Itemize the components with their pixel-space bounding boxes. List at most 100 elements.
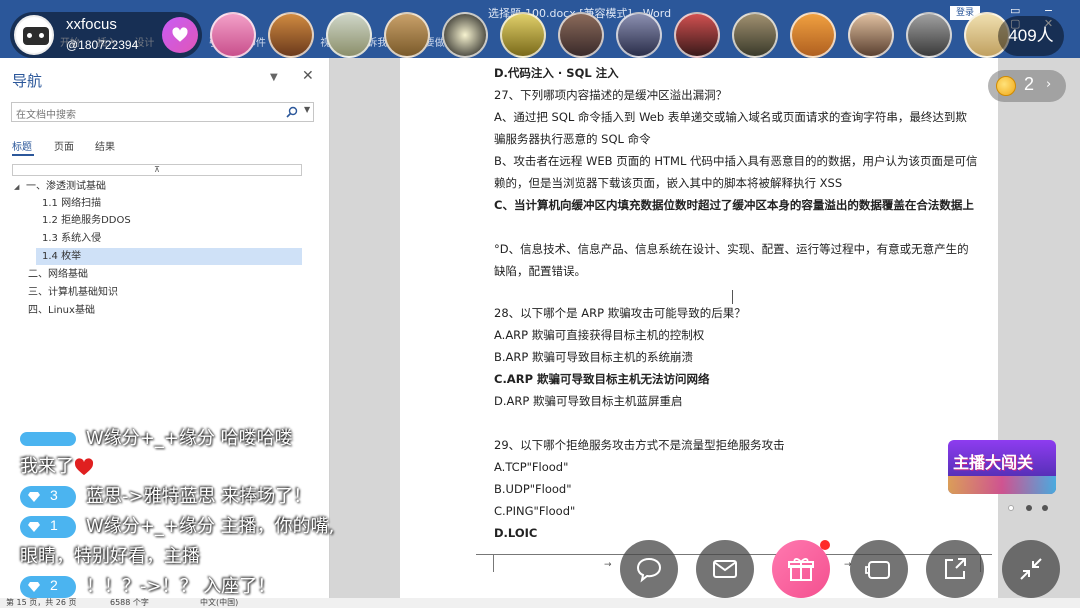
level-badge: 1 [20,516,76,538]
avatar[interactable] [674,12,720,58]
message-button[interactable] [696,540,754,598]
status-bar: 第 15 页，共 26 页 6588 个字 中文(中国) [0,598,1080,608]
record-button[interactable] [850,540,908,598]
active-tab-indicator [12,154,34,156]
tab-pages[interactable]: 页面 [54,138,74,153]
chevron-down-icon[interactable]: ▼ [304,105,310,114]
heading-item[interactable]: 三、计算机基础知识 [28,284,302,301]
doc-paragraph[interactable]: D.ARP 欺骗可导致目标主机蓝屏重启 [494,390,978,412]
doc-paragraph[interactable]: °D、信息技术、信息产品、信息系统在设计、实现、配置、运行等过程中，有意或无意产… [494,238,978,282]
close-icon[interactable]: ✕ [302,68,314,84]
share-button[interactable] [926,540,984,598]
level-badge: 3 [20,486,76,508]
heading-item[interactable]: 二、网络基础 [28,266,302,283]
heading-item[interactable]: ◢ 一、渗透测试基础 [14,178,302,195]
heart-icon [74,458,94,476]
doc-paragraph[interactable]: C、当计算机向缓冲区内填充数据位数时超过了缓冲区本身的容量溢出的数据覆盖在合法数… [494,194,978,238]
chat-message: 3 蓝思->雅特蓝思 来捧场了！ [20,482,311,508]
heading-item[interactable]: 1.3 系统入侵 [42,230,302,247]
doc-paragraph[interactable]: 28、以下哪个是 ARP 欺骗攻击可能导致的后果？ [494,302,978,324]
heading-item[interactable]: 1.2 拒绝服务DDOS [42,212,302,229]
streamer-id: @180722394 [66,38,139,52]
doc-paragraph[interactable]: D.LOIC [494,522,978,544]
word-count[interactable]: 6588 个字 [110,598,149,608]
camera-icon [865,561,890,579]
avatar[interactable] [384,12,430,58]
doc-paragraph[interactable]: A、通过把 SQL 命令插入到 Web 表单递交或输入域名或页面请求的查询字符串… [494,106,978,150]
doc-paragraph[interactable]: 29、以下哪个拒绝服务攻击方式不是流量型拒绝服务攻击 [494,434,978,456]
doc-paragraph[interactable]: C.ARP 欺骗可导致目标主机无法访问网络 [494,368,978,390]
tab-results[interactable]: 结果 [95,138,115,153]
heading-item-selected[interactable]: 1.4 枚举 [36,248,302,265]
avatar[interactable] [616,12,662,58]
doc-paragraph[interactable]: A.TCP"Flood" [494,456,978,478]
doc-paragraph[interactable]: D.代码注入 · SQL 注入 [494,62,978,84]
avatar[interactable] [326,12,372,58]
doc-paragraph[interactable]: B.UDP"Flood" [494,478,978,500]
chevron-right-icon: › [1046,77,1052,92]
coin-icon [996,76,1016,96]
event-banner[interactable]: 主播大闯关 [948,440,1056,494]
avatar[interactable] [442,12,488,58]
doc-paragraph[interactable]: 27、下列哪项内容描述的是缓冲区溢出漏洞？ [494,84,978,106]
avatar[interactable] [848,12,894,58]
minimize-button[interactable] [1002,540,1060,598]
search-input[interactable]: 在文档中搜索 ▼ [11,102,314,122]
doc-paragraph[interactable]: B.ARP 欺骗可导致目标主机的系统崩溃 [494,346,978,368]
language-indicator[interactable]: 中文(中国) [200,598,238,608]
tab-mark-icon: → [604,560,612,570]
i-beam-cursor [732,290,733,304]
notification-dot [820,540,830,550]
avatar[interactable] [268,12,314,58]
doc-paragraph[interactable]: C.PING"Flood" [494,500,978,522]
avatar[interactable] [558,12,604,58]
follow-button[interactable] [162,17,198,53]
streamer-info[interactable]: xxfocus @180722394 [10,12,202,58]
collapse-icon [1020,558,1042,580]
avatar[interactable] [210,12,256,58]
coin-count: 2 [1024,74,1035,94]
chat-message: 2 ！！？->！？ 入座了！ [20,572,275,598]
level-badge: 2 [20,576,76,598]
avatar[interactable] [500,12,546,58]
search-icon[interactable] [286,106,298,118]
level-badge [20,432,76,446]
chat-message: 我来了 [20,452,94,478]
carousel-dot[interactable] [1042,505,1048,511]
chat-icon [636,557,662,583]
chat-button[interactable] [620,540,678,598]
collapse-all-bar[interactable]: ⊼ [12,164,302,176]
avatar[interactable] [906,12,952,58]
heading-item[interactable]: 1.1 网络扫描 [42,195,302,212]
chat-message-continued: 眼睛，特别好看，主播 [20,546,200,567]
document-page[interactable]: D.代码注入 · SQL 注入 27、下列哪项内容描述的是缓冲区溢出漏洞？ A、… [400,58,998,598]
margin-corner-left [493,554,494,572]
viewer-count[interactable]: 409人 [998,16,1064,56]
event-crowd-graphic [948,476,1056,494]
gift-icon [788,558,814,581]
doc-paragraph[interactable]: B、攻击者在远程 WEB 页面的 HTML 代码中插入具有恶意目的的数据，用户认… [494,150,978,194]
expand-triangle-icon[interactable]: ◢ [14,179,26,196]
carousel-dot[interactable] [1008,505,1014,511]
avatar[interactable] [790,12,836,58]
event-banner-title: 主播大闯关 [953,453,1034,472]
heading-item[interactable]: 四、Linux基础 [28,302,302,319]
tab-headings[interactable]: 标题 [12,138,32,153]
chat-message: W缘分+_+缘分 哈喽哈喽 [20,424,293,450]
page-indicator[interactable]: 第 15 页，共 26 页 [6,598,77,608]
streamer-avatar[interactable] [14,15,54,55]
diamond-icon [28,492,40,502]
mail-icon [713,560,737,578]
doc-paragraph[interactable]: A.ARP 欺骗可直接获得目标主机的控制权 [494,324,978,346]
nav-options-dropdown[interactable]: ▼ [270,72,278,83]
diamond-icon [28,522,40,532]
nav-title: 导航 [12,72,43,90]
chat-message: 1 W缘分+_+缘分 主播，你的嘴, [20,512,334,538]
coin-balance[interactable]: 2 › [988,70,1066,102]
avatar[interactable] [732,12,778,58]
streamer-name: xxfocus [66,16,117,33]
search-placeholder: 在文档中搜索 [16,110,76,121]
carousel-dot[interactable] [1026,505,1032,511]
diamond-icon [28,582,40,592]
share-icon [945,558,966,579]
